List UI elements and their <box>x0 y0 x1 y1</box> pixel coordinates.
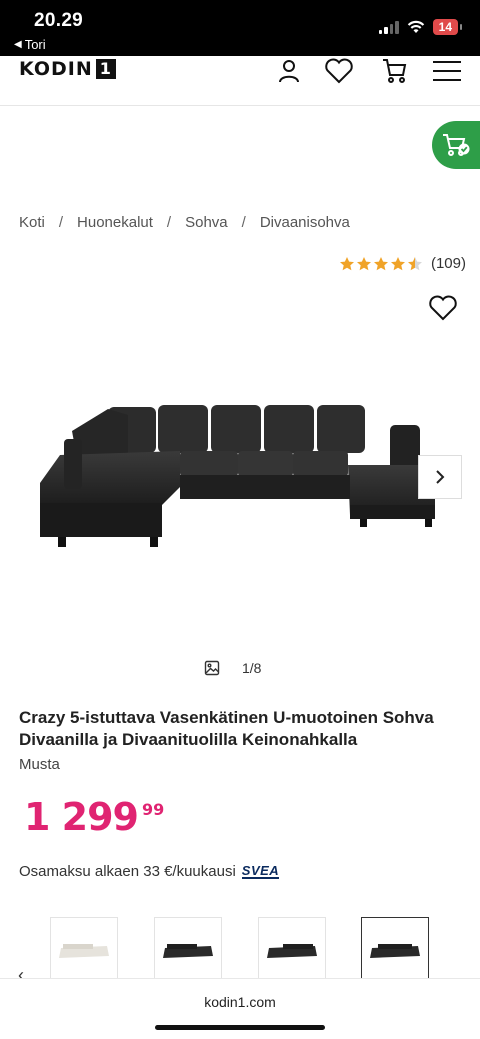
cart-icon[interactable] <box>377 56 411 86</box>
price-main: 1 299 <box>24 795 139 839</box>
battery-icon: 14 <box>432 19 463 35</box>
kodin1-logo[interactable]: KODIN 1 <box>19 58 116 80</box>
breadcrumb-item-divaanisohva[interactable]: Divaanisohva <box>260 214 350 231</box>
product-image[interactable] <box>30 395 440 555</box>
thumbnail-strip: ‹ <box>0 915 480 985</box>
home-indicator[interactable] <box>155 1025 325 1030</box>
user-icon[interactable] <box>272 56 306 86</box>
star-icon <box>339 256 354 270</box>
floating-cart-button[interactable] <box>432 121 480 169</box>
installment-text: Osamaksu alkaen 33 €/kuukausi <box>19 863 236 880</box>
add-to-wishlist-heart-icon[interactable] <box>428 295 458 323</box>
star-icon <box>407 256 422 270</box>
thumbnail-1[interactable] <box>50 917 118 985</box>
star-icon <box>390 256 405 270</box>
rating-count: (109) <box>430 255 466 272</box>
product-rating[interactable]: (109) <box>339 255 466 272</box>
thumbnail-4-selected[interactable] <box>361 917 429 985</box>
back-to-app-link[interactable]: ◀ Tori <box>14 37 46 52</box>
breadcrumb-separator: / <box>241 214 246 231</box>
status-indicators: 14 <box>378 19 463 35</box>
image-icon <box>204 660 220 676</box>
thumbnail-3[interactable] <box>258 917 326 985</box>
breadcrumb-item-sohva[interactable]: Sohva <box>185 214 228 231</box>
thumbnail-2[interactable] <box>154 917 222 985</box>
breadcrumb-item-huonekalut[interactable]: Huonekalut <box>77 214 153 231</box>
product-title: Crazy 5-istuttava Vasenkätinen U-muotoin… <box>19 708 434 749</box>
wifi-icon <box>407 20 424 33</box>
cellular-signal-icon <box>378 20 399 34</box>
back-app-label: Tori <box>24 37 46 52</box>
menu-icon[interactable] <box>430 56 464 86</box>
product-variant: Musta <box>19 756 60 773</box>
url-text[interactable]: kodin1.com <box>0 994 480 1010</box>
chevron-right-icon <box>436 470 445 484</box>
rating-stars <box>339 256 423 272</box>
status-time: 20.29 <box>34 10 84 31</box>
gallery-next-button[interactable] <box>418 455 462 499</box>
breadcrumb-item-koti[interactable]: Koti <box>19 214 45 231</box>
breadcrumb-separator: / <box>166 214 172 231</box>
image-counter: 1/8 <box>204 660 261 676</box>
logo-text: KODIN <box>19 58 93 80</box>
breadcrumb: Koti / Huonekalut / Sohva / Divaanisohva <box>19 214 350 231</box>
browser-url-bar[interactable]: kodin1.com <box>0 978 480 1039</box>
installment-info: Osamaksu alkaen 33 €/kuukausi SVEA <box>19 863 280 880</box>
status-bar: 20.29 ◀ Tori 14 <box>0 0 480 56</box>
site-header: KODIN 1 <box>0 56 480 106</box>
svea-logo: SVEA <box>241 863 280 879</box>
star-icon <box>356 256 371 270</box>
price-cents: 99 <box>142 800 165 819</box>
image-counter-text: 1/8 <box>242 660 262 676</box>
heart-icon[interactable] <box>322 56 356 86</box>
cart-check-icon <box>443 134 470 156</box>
breadcrumb-separator: / <box>58 214 64 231</box>
product-price: 1 299 99 <box>24 795 164 839</box>
star-icon <box>373 256 388 270</box>
logo-number: 1 <box>95 59 116 79</box>
back-triangle-icon: ◀ <box>14 39 22 50</box>
